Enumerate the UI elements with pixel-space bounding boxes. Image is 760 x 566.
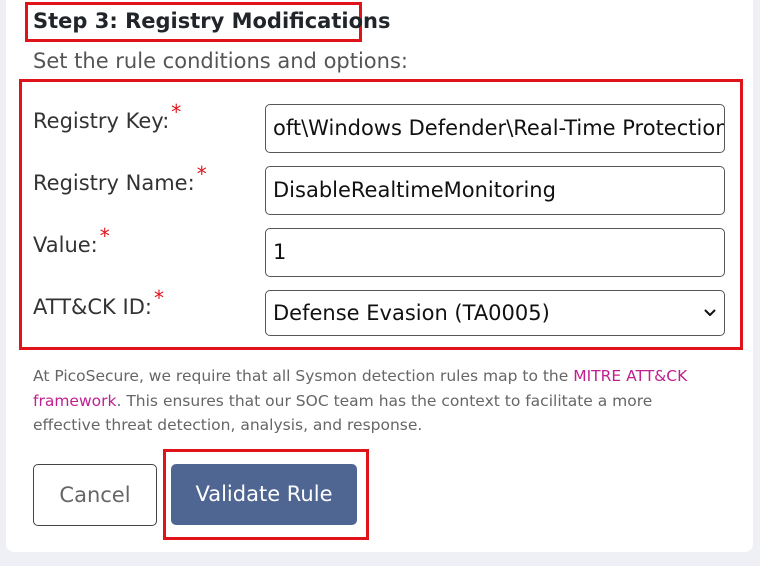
- required-marker: *: [196, 162, 207, 186]
- cancel-button[interactable]: Cancel: [33, 464, 157, 526]
- required-marker: *: [171, 100, 182, 124]
- attck-id-select[interactable]: Defense Evasion (TA0005): [265, 290, 725, 336]
- required-marker: *: [153, 286, 164, 310]
- registry-key-label: Registry Key: *: [33, 100, 182, 133]
- value-input[interactable]: 1: [265, 228, 725, 277]
- required-marker: *: [99, 224, 110, 248]
- chevron-down-icon: [704, 309, 716, 316]
- step-subtitle: Set the rule conditions and options:: [33, 49, 408, 73]
- attck-id-label: ATT&CK ID: *: [33, 286, 164, 319]
- registry-name-label: Registry Name: *: [33, 162, 207, 195]
- registry-name-input[interactable]: DisableRealtimeMonitoring: [265, 166, 725, 215]
- registry-key-input[interactable]: oft\Windows Defender\Real-Time Protectio…: [265, 104, 725, 153]
- attck-requirement-note: At PicoSecure, we require that all Sysmo…: [33, 367, 688, 434]
- validate-rule-button[interactable]: Validate Rule: [171, 464, 357, 525]
- step-title: Step 3: Registry Modifications: [33, 9, 391, 33]
- value-label: Value: *: [33, 224, 110, 257]
